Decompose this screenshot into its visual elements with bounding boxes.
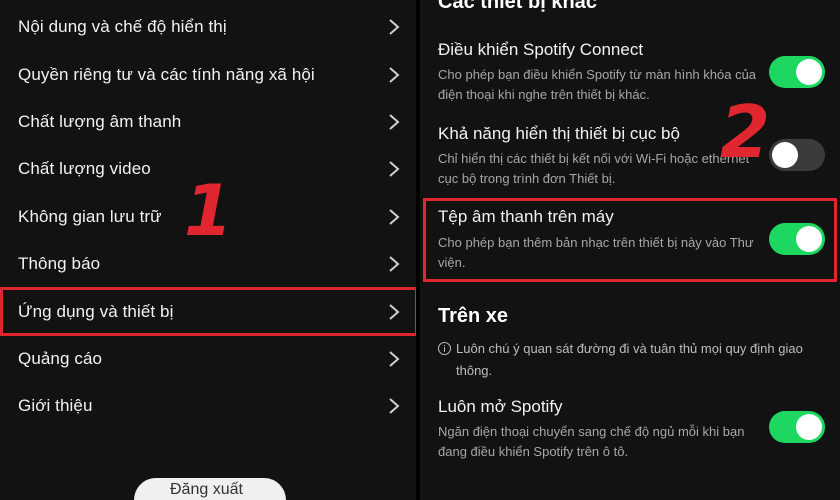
toggle-knob [772, 142, 798, 168]
menu-item-content-display[interactable]: Nội dung và chế độ hiển thị [0, 3, 416, 50]
toggle-knob [796, 59, 822, 85]
toggle-knob [796, 414, 822, 440]
menu-item-privacy-social[interactable]: Quyền riêng tư và các tính năng xã hội [0, 51, 416, 98]
setting-description: Chỉ hiển thị các thiết bị kết nối với Wi… [438, 151, 750, 186]
menu-item-about[interactable]: Giới thiệu [0, 382, 416, 429]
setting-title-always-open-spotify: Luôn mở Spotify [438, 397, 563, 416]
menu-item-ads[interactable]: Quảng cáo [0, 335, 416, 382]
chevron-right-icon [386, 254, 402, 274]
menu-item-audio-quality[interactable]: Chất lượng âm thanh [0, 98, 416, 145]
setting-title-local-device-visibility: Khả năng hiển thị thiết bị cục bộ [438, 124, 680, 143]
chevron-right-icon [386, 159, 402, 179]
setting-description: Cho phép bạn điều khiển Spotify từ màn h… [438, 67, 757, 102]
annotation-marker-1: 1 [184, 170, 233, 252]
chevron-right-icon [386, 207, 402, 227]
chevron-right-icon [386, 396, 402, 416]
annotation-highlight-box [423, 198, 837, 282]
menu-item-label: Không gian lưu trữ [18, 206, 162, 226]
logout-button[interactable]: Đăng xuất [134, 478, 286, 500]
menu-item-label: Quảng cáo [18, 348, 103, 368]
section-title-other-devices: Các thiết bị khác [438, 0, 597, 13]
logout-button-label: Đăng xuất [170, 481, 243, 498]
chevron-right-icon [386, 349, 402, 369]
chevron-right-icon [386, 65, 402, 85]
setting-title-spotify-connect: Điều khiển Spotify Connect [438, 40, 644, 59]
annotation-highlight-box [0, 287, 418, 336]
chevron-right-icon [386, 17, 402, 37]
chevron-right-icon [386, 112, 402, 132]
menu-item-label: Giới thiệu [18, 395, 93, 415]
car-safety-info: Luôn chú ý quan sát đường đi và tuân thủ… [456, 341, 803, 378]
annotation-marker-2: 2 [720, 90, 771, 174]
toggle-local-device-visibility[interactable] [769, 139, 825, 171]
info-icon [438, 342, 451, 355]
menu-item-label: Thông báo [18, 253, 101, 273]
menu-item-label: Chất lượng âm thanh [18, 111, 182, 131]
settings-menu-panel: Nội dung và chế độ hiển thị Quyền riêng … [0, 0, 420, 500]
setting-description: Ngăn điện thoại chuyển sang chế độ ngủ m… [438, 424, 745, 459]
section-title-in-car: Trên xe [438, 305, 509, 327]
toggle-always-open-spotify[interactable] [769, 411, 825, 443]
menu-item-label: Chất lượng video [18, 158, 151, 178]
menu-item-label: Nội dung và chế độ hiển thị [18, 16, 227, 36]
menu-item-label: Quyền riêng tư và các tính năng xã hội [18, 64, 315, 84]
toggle-spotify-connect[interactable] [769, 56, 825, 88]
